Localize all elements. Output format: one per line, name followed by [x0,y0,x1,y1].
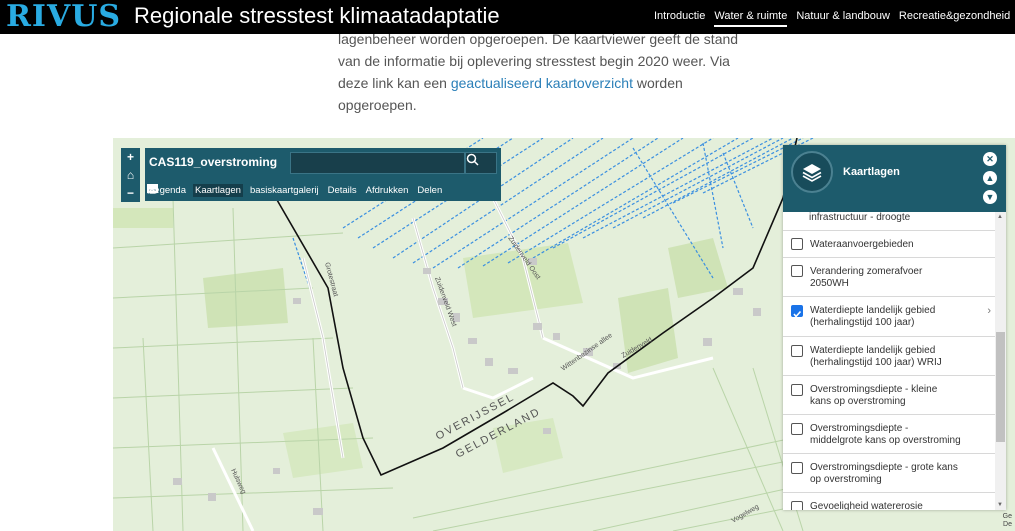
scroll-down-arrow-icon[interactable]: ▼ [997,502,1003,508]
details-label: Details [327,185,357,196]
map-attribution: Ge De [1003,513,1012,529]
layer-label: Waterdiepte landelijk gebied (herhalingst… [810,345,980,369]
layer-label-line: Overstromingsdiepte - grote kans [810,462,958,473]
layer-item-verandering-zomerafvoer[interactable]: Verandering zomerafvoer 2050WH [783,257,995,296]
attribution-text: Ge [1002,513,1012,520]
kaartlagen-button[interactable]: Kaartlagen [147,184,243,197]
delen-label: Delen [417,185,443,196]
layer-label-line: (herhalingstijd 100 jaar) [810,317,915,328]
delen-button[interactable]: Delen [147,184,444,197]
intro-paragraph: lagenbeheer worden opgeroepen. De kaartv… [338,28,778,116]
layer-checkbox[interactable] [791,265,803,277]
layer-label: Overstromingsdiepte - kleine kans op over… [810,384,980,408]
layer-checkbox[interactable] [791,462,803,474]
intro-text: deze link kan een [338,75,451,91]
map-toolbar: CAS119_overstroming Legenda Kaartlagen b… [145,148,501,201]
collapse-up-button[interactable]: ▲ [983,171,997,185]
main-nav: Introductie Water & ruimte Natuur & land… [654,9,1015,27]
layer-label-line: Verandering zomerafvoer [810,266,923,277]
site-title: Regionale stresstest klimaatadaptatie [134,3,500,28]
layer-label-line: Gevoeligheid watererosie [810,501,923,510]
layer-label-line: Overstromingsdiepte - [810,423,909,434]
nav-recreatie-gezondheid[interactable]: Recreatie&gezondheid [899,9,1010,27]
layer-item-wateraanvoergebieden[interactable]: Wateraanvoergebieden [783,230,995,257]
layer-label-line: Waterdiepte landelijk gebied [810,305,936,316]
checkmark-icon [793,310,802,318]
scroll-up-arrow-icon[interactable]: ▲ [997,214,1003,220]
layer-checkbox-checked[interactable] [791,305,803,318]
layer-item-clipped: infrastructuur - droogte [809,212,911,223]
nav-water-ruimte[interactable]: Water & ruimte [714,9,788,27]
layer-checkbox[interactable] [791,423,803,435]
layer-label: Wateraanvoergebieden [810,239,980,251]
layer-item-waterdiepte-landelijk[interactable]: Waterdiepte landelijk gebied (herhalingst… [783,296,995,336]
zoom-in-button[interactable]: + [127,150,134,164]
intro-text: worden [632,75,683,91]
basiskaartgalerij-button[interactable]: basiskaartgalerij [147,184,321,197]
layer-label-line: Overstromingsdiepte - kleine [810,384,938,395]
afdrukken-label: Afdrukken [365,185,409,196]
layers-panel-title: Kaartlagen [843,166,900,178]
zoom-controls: + ⌂ − [121,148,140,202]
collapse-down-button[interactable]: ▼ [983,190,997,204]
layers-icon [802,164,822,182]
layer-label: Verandering zomerafvoer 2050WH [810,266,980,290]
details-button[interactable]: Details [147,184,359,197]
intro-line: deze link kan een geactualiseerd kaartov… [338,72,778,94]
layer-item-overstromingsdiepte-klein[interactable]: Overstromingsdiepte - kleine kans op over… [783,375,995,414]
nav-natuur-landbouw[interactable]: Natuur & landbouw [796,9,890,27]
chevron-right-icon[interactable]: › [987,305,991,317]
layer-label-line: kans op overstroming [810,396,906,407]
layers-panel-header: Kaartlagen ✕ ▲ ▼ [783,145,1006,212]
layer-list-scrollbar[interactable]: ▲ ▼ [995,212,1006,510]
basiskaartgalerij-label: basiskaartgalerij [249,185,319,196]
rivus-logo[interactable]: RIVUS [6,1,121,33]
share-icon [147,184,157,194]
nav-introductie[interactable]: Introductie [654,9,705,27]
scrollbar-thumb[interactable] [996,332,1005,442]
layer-label: Overstromingsdiepte - grote kans op overs… [810,462,980,486]
zoom-out-button[interactable]: − [127,186,134,200]
layer-item-overstromingsdiepte-middel[interactable]: Overstromingsdiepte - middelgrote kans op… [783,414,995,453]
layer-checkbox[interactable] [791,501,803,510]
layer-item-overstromingsdiepte-groot[interactable]: Overstromingsdiepte - grote kans op overs… [783,453,995,492]
layer-label-line: op overstroming [810,474,882,485]
intro-line: van de informatie bij oplevering stresst… [338,53,730,69]
close-panel-button[interactable]: ✕ [983,152,997,166]
intro-line: opgeroepen. [338,97,417,113]
layer-label-line: (herhalingstijd 100 jaar) WRIJ [810,357,942,368]
layers-badge [791,151,833,193]
layer-item-watererosie[interactable]: Gevoeligheid watererosie [783,492,995,510]
attribution-text: De [1003,521,1012,528]
layer-item-waterdiepte-wrij[interactable]: Waterdiepte landelijk gebied (herhalingst… [783,336,995,375]
layer-checkbox[interactable] [791,345,803,357]
layer-label-line: Waterdiepte landelijk gebied [810,345,936,356]
layer-label: Overstromingsdiepte - middelgrote kans op… [810,423,980,447]
search-button[interactable] [465,152,497,174]
layer-label-line: middelgrote kans op overstroming [810,435,961,446]
layer-checkbox[interactable] [791,238,803,250]
layer-label: Waterdiepte landelijk gebied (herhalingst… [810,305,980,329]
kaartoverzicht-link[interactable]: geactualiseerd kaartoverzicht [451,75,633,91]
layer-label-line: Wateraanvoergebieden [810,239,914,250]
map-title: CAS119_overstroming [149,155,278,169]
home-button[interactable]: ⌂ [127,168,134,182]
layer-checkbox[interactable] [791,384,803,396]
layer-label-line: 2050WH [810,278,849,289]
intro-line: lagenbeheer worden opgeroepen. De kaartv… [338,31,739,47]
kaartlagen-label: Kaartlagen [194,185,241,196]
layer-list[interactable]: infrastructuur - droogte Wateraanvoergeb… [783,212,995,510]
map-search-input[interactable] [290,152,465,174]
toolbar-tools: Legenda Kaartlagen basiskaartgalerij Det… [147,184,444,197]
layers-panel: Kaartlagen ✕ ▲ ▼ infrastructuur - droogt… [783,145,1006,510]
search-icon [466,153,479,166]
afdrukken-button[interactable]: Afdrukken [147,184,411,197]
layer-label: Gevoeligheid watererosie [810,501,980,510]
